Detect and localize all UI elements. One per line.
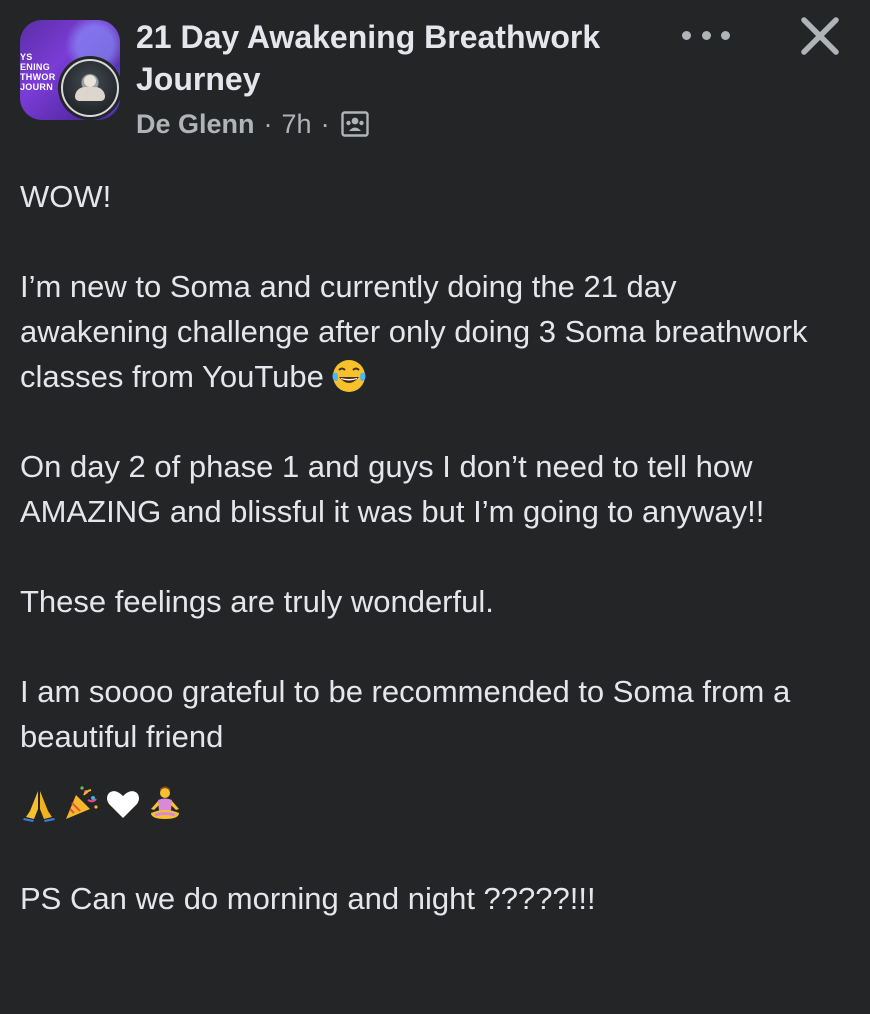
white-heart-emoji [104,785,142,823]
author-avatar[interactable] [58,56,122,120]
more-dots-icon [721,30,730,40]
more-options-button[interactable] [682,20,730,50]
post-paragraph: I’m new to Soma and currently doing the … [20,264,810,399]
avatar-head [84,75,96,87]
meta-separator: · [320,108,330,139]
post-meta: De Glenn · 7h · [136,104,369,144]
post-paragraph: These feelings are truly wonderful. [20,584,494,619]
tears-of-joy-emoji [330,357,368,395]
close-icon [801,17,839,55]
more-dots-icon [682,30,691,40]
members-group-icon [340,111,369,137]
group-title[interactable]: 21 Day Awakening Breathwork Journey [136,16,656,100]
meta-separator: · [263,108,273,139]
group-avatar-text: YS ENING THWOR JOURN [20,52,56,92]
author-name[interactable]: De Glenn [136,109,255,140]
group-avatar-text-line: YS [20,52,33,62]
post-paragraph: On day 2 of phase 1 and guys I don’t nee… [20,449,765,529]
person-in-lotus-position-emoji [146,785,184,823]
close-button[interactable] [798,14,842,58]
group-avatar-text-line: ENING [20,62,51,72]
post-paragraph: PS Can we do morning and night ?????!!! [20,881,596,916]
group-avatar-text-line: JOURN [20,82,54,92]
folded-hands-emoji [20,785,58,823]
author-avatar-photo [61,59,119,117]
post-body: WOW! I’m new to Soma and currently doing… [20,174,850,921]
post-paragraph: WOW! [20,179,112,214]
post-paragraph-text: I’m new to Soma and currently doing the … [20,269,808,394]
group-avatar-text-line: THWOR [20,72,56,82]
party-popper-emoji [62,785,100,823]
avatar-body [75,87,105,101]
emoji-row [20,781,850,826]
more-dots-icon [701,30,711,40]
post-header: YS ENING THWOR JOURN 21 Day Awakening Br… [0,0,870,150]
post-paragraph: I am soooo grateful to be recommended to… [20,674,791,754]
post-time[interactable]: 7h [282,109,312,140]
